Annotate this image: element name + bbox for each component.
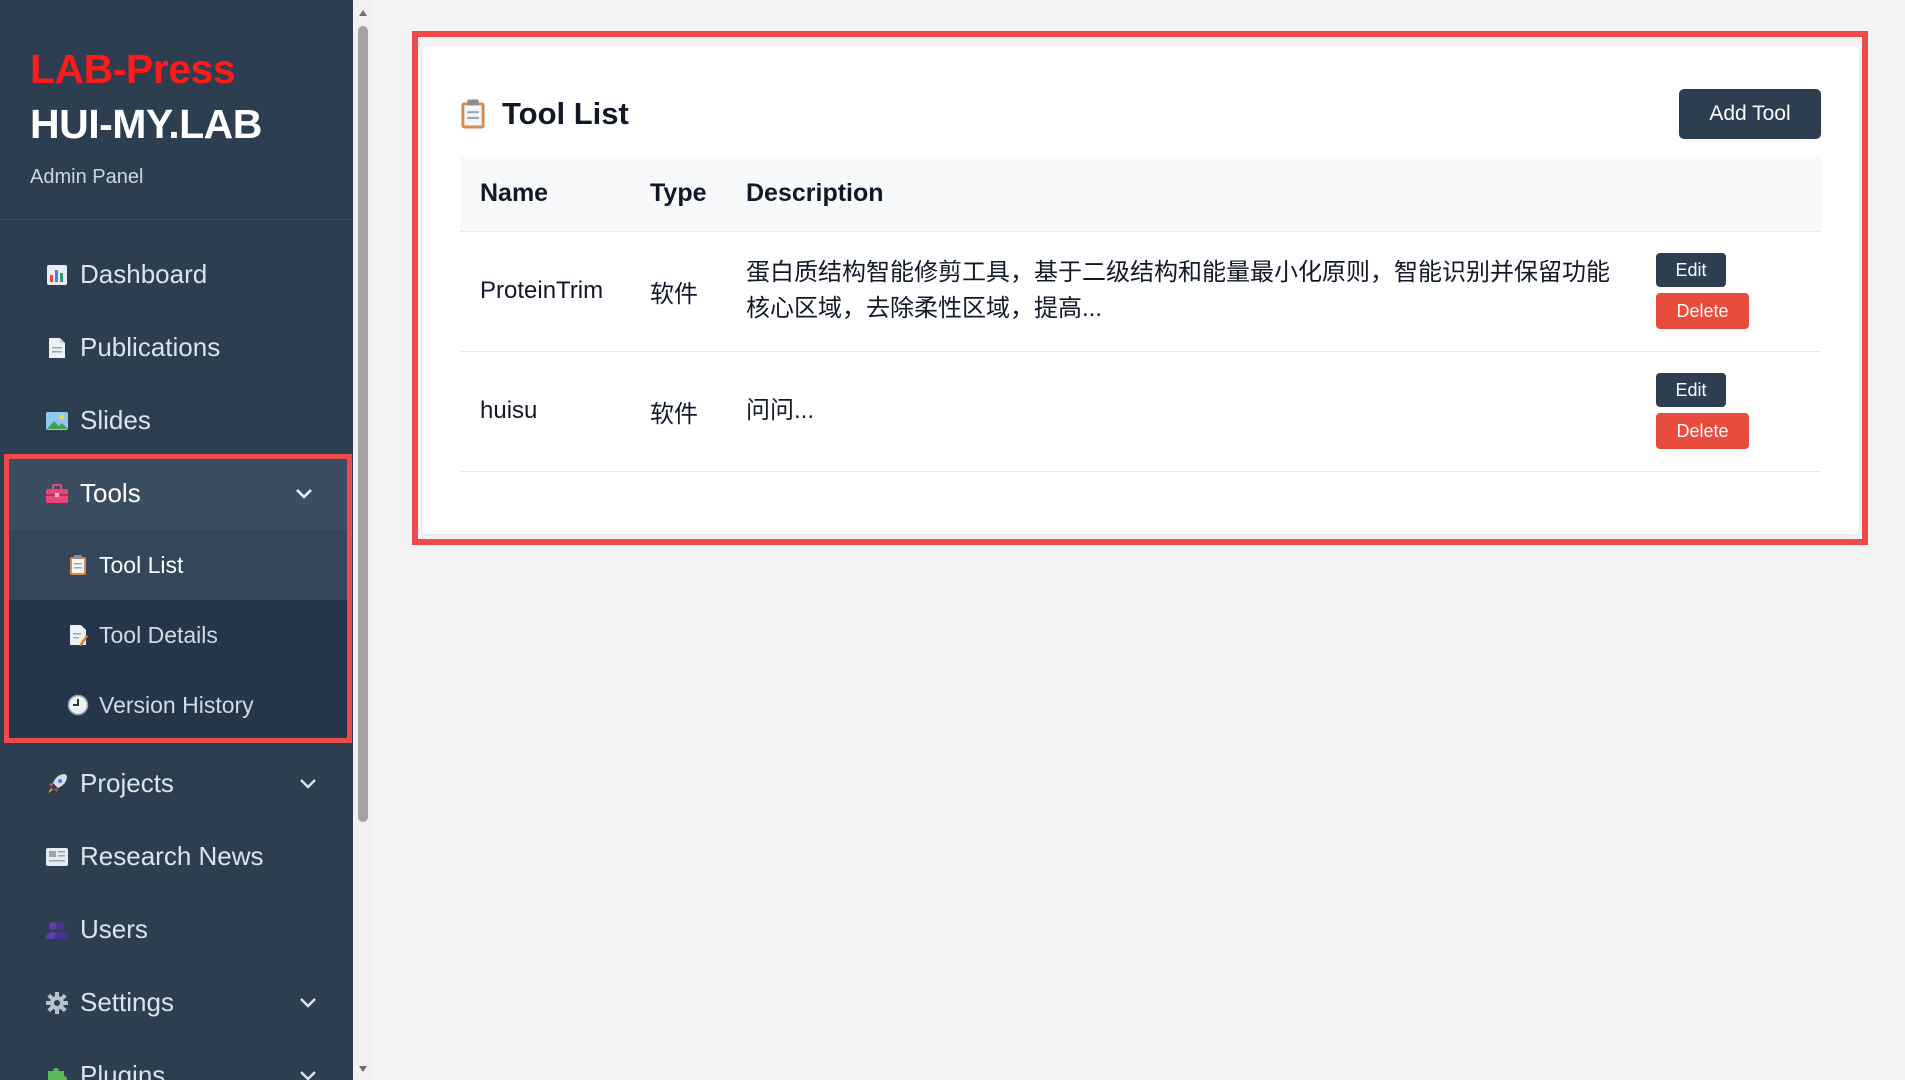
clipboard-icon bbox=[460, 98, 490, 130]
sidebar-item-users[interactable]: Users bbox=[0, 893, 353, 966]
puzzle-icon bbox=[44, 1063, 70, 1080]
brand-lab-press: LAB-Press bbox=[30, 46, 236, 92]
brand-subtitle: Admin Panel bbox=[30, 166, 144, 188]
sidebar-item-label: Dashboard bbox=[80, 259, 208, 289]
newspaper-icon bbox=[44, 844, 70, 870]
sidebar-subitem-label: Tool List bbox=[99, 551, 184, 578]
clock-icon bbox=[67, 694, 89, 716]
scrollbar-thumb[interactable] bbox=[358, 26, 368, 822]
card-header: Tool List Add Tool bbox=[460, 84, 1821, 144]
scroll-up-arrow-icon[interactable] bbox=[353, 4, 373, 22]
chevron-down-icon[interactable] bbox=[297, 992, 319, 1014]
scroll-down-arrow-icon[interactable] bbox=[353, 1060, 373, 1078]
picture-icon bbox=[44, 408, 70, 434]
cell-actions: Edit Delete bbox=[1636, 231, 1821, 352]
cell-name: ProteinTrim bbox=[460, 231, 630, 352]
delete-button[interactable]: Delete bbox=[1656, 413, 1749, 449]
sidebar-item-label: Users bbox=[80, 914, 148, 944]
sidebar-item-label: Research News bbox=[80, 841, 264, 871]
users-icon bbox=[44, 917, 70, 943]
tool-list-card: Tool List Add Tool Name Type Description… bbox=[422, 46, 1859, 534]
sidebar-item-label: Tools bbox=[80, 478, 141, 508]
sidebar-item-settings[interactable]: Settings bbox=[0, 966, 353, 1039]
column-header-actions bbox=[1636, 157, 1821, 232]
sidebar-item-research-news[interactable]: Research News bbox=[0, 820, 353, 893]
column-header-description[interactable]: Description bbox=[726, 157, 1636, 232]
sidebar-subitem-label: Version History bbox=[99, 691, 254, 718]
tools-group: Tools Tool List Tool Details Version His… bbox=[4, 454, 352, 743]
chevron-down-icon[interactable] bbox=[293, 483, 315, 505]
edit-button[interactable]: Edit bbox=[1656, 373, 1726, 407]
sidebar-nav: Dashboard Publications Slides Tools Tool… bbox=[0, 220, 353, 1080]
chevron-down-icon[interactable] bbox=[297, 1065, 319, 1080]
cell-actions: Edit Delete bbox=[1636, 351, 1821, 472]
tools-submenu: Tool List Tool Details Version History bbox=[7, 530, 349, 740]
rocket-icon bbox=[44, 771, 70, 797]
sidebar-item-label: Slides bbox=[80, 405, 151, 435]
table-row: huisu 软件 问问... Edit Delete bbox=[460, 351, 1821, 472]
sidebar-item-dashboard[interactable]: Dashboard bbox=[0, 238, 353, 311]
cell-name: huisu bbox=[460, 351, 630, 472]
sidebar-scrollbar[interactable] bbox=[353, 0, 373, 1080]
sidebar-item-publications[interactable]: Publications bbox=[0, 311, 353, 384]
page-title-text: Tool List bbox=[502, 96, 629, 131]
sidebar-subitem-tool-list[interactable]: Tool List bbox=[7, 530, 349, 600]
cell-description: 蛋白质结构智能修剪工具，基于二级结构和能量最小化原则，智能识别并保留功能核心区域… bbox=[726, 231, 1636, 352]
bar-chart-icon bbox=[44, 262, 70, 288]
column-header-name[interactable]: Name bbox=[460, 157, 630, 232]
sidebar-item-tools[interactable]: Tools bbox=[7, 457, 349, 530]
cell-description: 问问... bbox=[726, 351, 1636, 472]
brand: LAB-Press HUI-MY.LAB Admin Panel bbox=[0, 0, 353, 220]
sidebar-item-label: Settings bbox=[80, 987, 174, 1017]
column-header-type[interactable]: Type bbox=[630, 157, 726, 232]
sidebar-item-label: Plugins bbox=[80, 1060, 166, 1080]
edit-button[interactable]: Edit bbox=[1656, 253, 1726, 287]
sidebar-item-projects[interactable]: Projects bbox=[0, 747, 353, 820]
cell-type: 软件 bbox=[630, 231, 726, 352]
sidebar-item-label: Projects bbox=[80, 768, 174, 798]
cell-type: 软件 bbox=[630, 351, 726, 472]
toolbox-icon bbox=[44, 481, 70, 507]
sidebar-subitem-label: Tool Details bbox=[99, 621, 218, 648]
table-header-row: Name Type Description bbox=[460, 157, 1821, 232]
sidebar: LAB-Press HUI-MY.LAB Admin Panel Dashboa… bbox=[0, 0, 353, 1080]
chevron-down-icon[interactable] bbox=[297, 773, 319, 795]
sidebar-subitem-tool-details[interactable]: Tool Details bbox=[7, 600, 349, 670]
document-icon bbox=[44, 335, 70, 361]
page-title: Tool List bbox=[460, 96, 629, 132]
delete-button[interactable]: Delete bbox=[1656, 293, 1749, 329]
sidebar-item-slides[interactable]: Slides bbox=[0, 384, 353, 457]
table-row: ProteinTrim 软件 蛋白质结构智能修剪工具，基于二级结构和能量最小化原… bbox=[460, 231, 1821, 352]
tool-table: Name Type Description ProteinTrim 软件 蛋白质… bbox=[460, 157, 1821, 472]
sidebar-subitem-version-history[interactable]: Version History bbox=[7, 670, 349, 740]
brand-lab-name: HUI-MY.LAB bbox=[30, 101, 262, 147]
gear-icon bbox=[44, 990, 70, 1016]
memo-icon bbox=[67, 624, 89, 646]
clipboard-icon bbox=[67, 554, 89, 576]
add-tool-button[interactable]: Add Tool bbox=[1679, 89, 1821, 139]
sidebar-item-label: Publications bbox=[80, 332, 221, 362]
sidebar-item-plugins[interactable]: Plugins bbox=[0, 1039, 353, 1080]
